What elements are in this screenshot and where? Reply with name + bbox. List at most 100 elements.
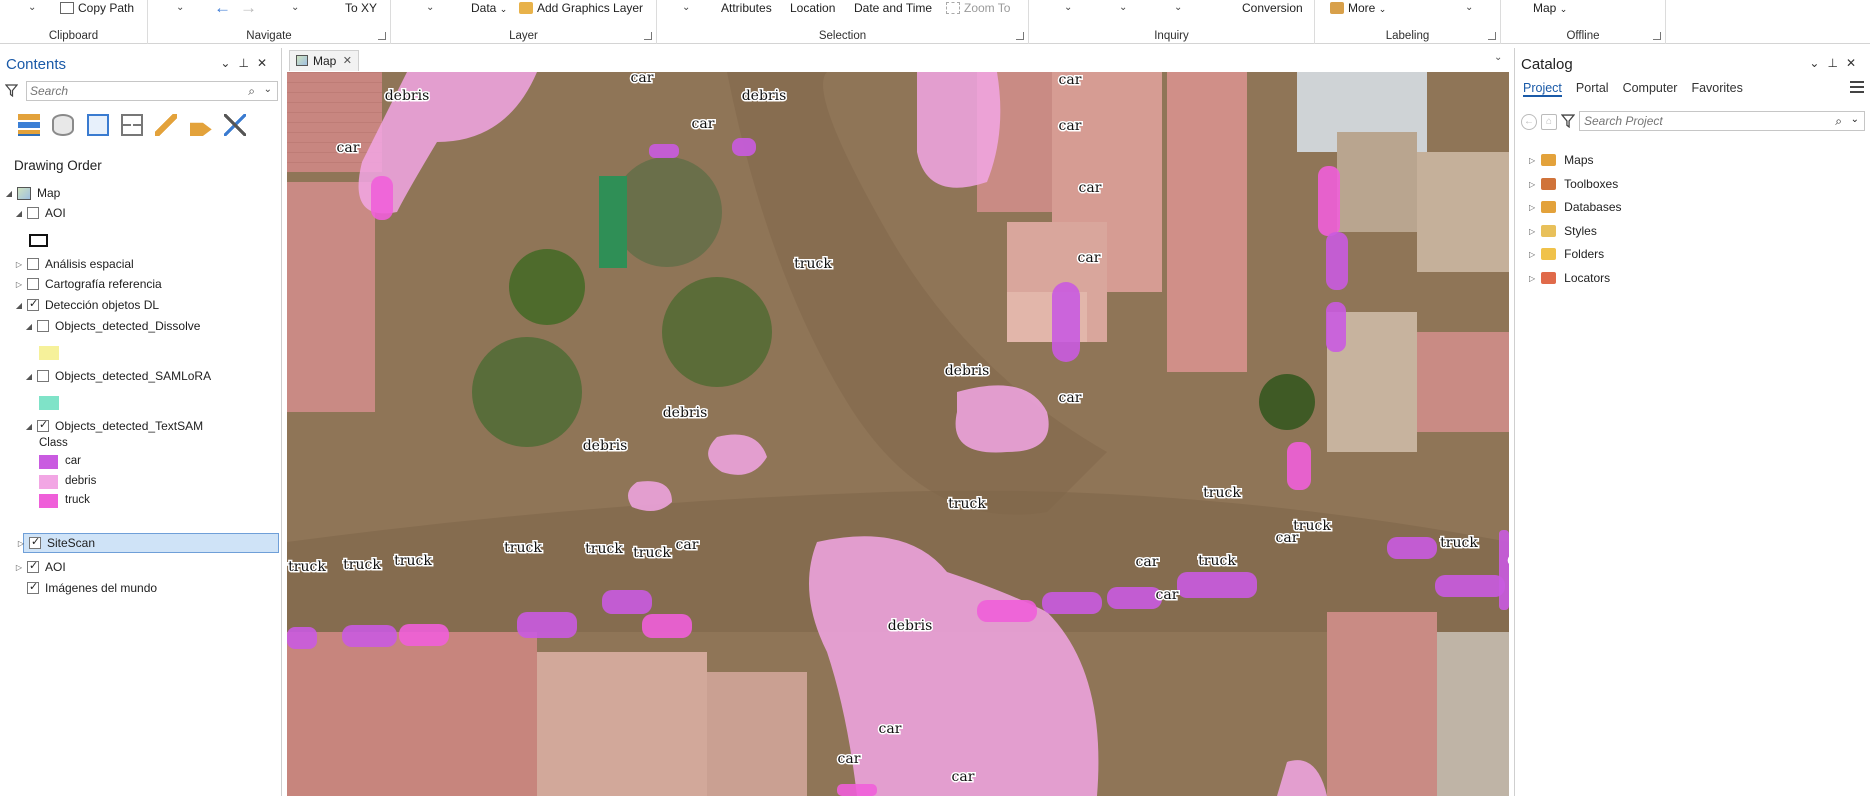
catalog-item-locators[interactable]: ▷ Locators	[1529, 269, 1610, 287]
data-button[interactable]: Data ⌄	[471, 1, 507, 15]
expand-arrow-icon[interactable]: ▷	[1529, 250, 1535, 259]
collapse-arrow-icon[interactable]: ◢	[4, 189, 14, 198]
vehicle-polygon[interactable]	[517, 612, 577, 638]
layer-checkbox[interactable]	[27, 297, 39, 311]
expand-arrow-icon[interactable]: ▷	[1529, 203, 1535, 212]
vehicle-polygon[interactable]	[1052, 282, 1080, 362]
zoom-to-button[interactable]: Zoom To	[946, 1, 1010, 15]
vehicle-polygon[interactable]	[1318, 166, 1340, 236]
list-by-source-icon[interactable]	[52, 114, 75, 136]
collapse-arrow-icon[interactable]: ◢	[14, 301, 24, 310]
chevron-down-icon[interactable]: ⌄	[264, 84, 272, 95]
vehicle-polygon[interactable]	[342, 625, 397, 647]
back-arrow-icon[interactable]: ←	[1521, 114, 1537, 130]
catalog-item-toolboxes[interactable]: ▷ Toolboxes	[1529, 175, 1618, 193]
layer-checkbox[interactable]	[27, 207, 39, 219]
tab-favorites[interactable]: Favorites	[1691, 81, 1742, 97]
chevron-down-icon[interactable]: ⌄	[291, 2, 299, 13]
layer-row-dissolve[interactable]: ◢ Objects_detected_Dissolve	[24, 316, 201, 336]
list-by-perspective-icon[interactable]	[224, 114, 247, 136]
layer-checkbox[interactable]	[37, 418, 49, 432]
chevron-down-icon[interactable]: ⌄	[1809, 56, 1827, 70]
group-launcher-icon[interactable]	[1653, 32, 1661, 40]
tab-map[interactable]: Map ✕	[289, 50, 359, 71]
layer-row-deteccion[interactable]: ◢ Detección objetos DL	[14, 295, 159, 315]
contents-search[interactable]: ⌕ ⌄	[26, 81, 278, 101]
layer-row-sitescan[interactable]: ▷ SiteScan	[18, 533, 279, 553]
list-by-snapping-icon[interactable]	[155, 114, 178, 136]
conversion-button[interactable]: Conversion	[1242, 1, 1303, 15]
layer-row-map[interactable]: ◢ Map	[4, 183, 60, 203]
list-by-labeling-icon[interactable]	[189, 122, 212, 136]
list-by-drawing-order-icon[interactable]	[18, 114, 40, 136]
vehicle-polygon[interactable]	[642, 614, 692, 638]
layer-row-cartografia[interactable]: ▷ Cartografía referencia	[14, 274, 162, 294]
catalog-search[interactable]: ⌕ ⌄	[1579, 111, 1865, 131]
chevron-down-icon[interactable]: ⌄	[1119, 2, 1127, 13]
vehicle-polygon[interactable]	[1177, 572, 1257, 598]
vehicle-polygon[interactable]	[1326, 232, 1348, 290]
date-and-time-button[interactable]: Date and Time	[854, 1, 932, 15]
catalog-item-folders[interactable]: ▷ Folders	[1529, 245, 1604, 263]
collapse-arrow-icon[interactable]: ◢	[24, 322, 34, 331]
layer-row-aoi-bottom[interactable]: ▷ AOI	[14, 557, 66, 577]
list-by-selection-icon[interactable]	[86, 114, 109, 136]
close-icon[interactable]: ✕	[343, 54, 352, 67]
search-icon[interactable]: ⌕	[248, 84, 255, 99]
vehicle-polygon[interactable]	[1042, 592, 1102, 614]
vehicle-polygon[interactable]	[977, 600, 1037, 622]
expand-arrow-icon[interactable]: ▷	[14, 280, 24, 289]
chevron-down-icon[interactable]: ⌄	[28, 2, 36, 13]
vehicle-polygon[interactable]	[837, 784, 877, 796]
collapse-arrow-icon[interactable]: ◢	[14, 209, 24, 218]
home-icon[interactable]: ⌂	[1541, 114, 1557, 130]
debris-polygon[interactable]	[917, 72, 1001, 188]
expand-arrow-icon[interactable]: ▷	[14, 260, 24, 269]
expand-arrow-icon[interactable]: ▷	[1529, 274, 1535, 283]
layer-row-analisis[interactable]: ▷ Análisis espacial	[14, 254, 134, 274]
pin-icon[interactable]: ⊥	[238, 56, 256, 70]
layer-checkbox[interactable]	[27, 559, 39, 573]
chevron-down-icon[interactable]: ⌄	[1465, 2, 1473, 13]
catalog-search-input[interactable]	[1580, 112, 1810, 130]
group-launcher-icon[interactable]	[1488, 32, 1496, 40]
chevron-down-icon[interactable]: ⌄	[1174, 2, 1182, 13]
vehicle-polygon[interactable]	[399, 624, 449, 646]
group-launcher-icon[interactable]	[378, 32, 386, 40]
vehicle-polygon[interactable]	[287, 627, 317, 649]
vehicle-polygon[interactable]	[1287, 442, 1311, 490]
layer-row-aoi-top[interactable]: ◢ AOI	[14, 203, 66, 223]
map-offline-button[interactable]: Map ⌄	[1533, 1, 1567, 15]
layer-checkbox[interactable]	[27, 278, 39, 290]
contents-search-input[interactable]	[27, 82, 237, 100]
layer-checkbox[interactable]	[37, 320, 49, 332]
chevron-down-icon[interactable]: ⌄	[1494, 52, 1502, 63]
chevron-down-icon[interactable]: ⌄	[1064, 2, 1072, 13]
layer-checkbox[interactable]	[29, 535, 41, 549]
menu-icon[interactable]	[1850, 81, 1864, 93]
vehicle-polygon[interactable]	[1435, 575, 1505, 597]
catalog-item-styles[interactable]: ▷ Styles	[1529, 222, 1597, 240]
select-by-location-button[interactable]: Location	[790, 1, 835, 15]
tab-portal[interactable]: Portal	[1576, 81, 1609, 97]
expand-arrow-icon[interactable]: ▷	[1529, 227, 1535, 236]
tab-project[interactable]: Project	[1523, 81, 1562, 97]
filter-icon[interactable]	[1561, 114, 1575, 128]
expand-arrow-icon[interactable]: ▷	[1529, 156, 1535, 165]
layer-checkbox[interactable]	[27, 580, 39, 594]
collapse-arrow-icon[interactable]: ◢	[24, 422, 34, 431]
forward-arrow-icon[interactable]: →	[240, 0, 257, 18]
more-button[interactable]: More ⌄	[1330, 1, 1386, 15]
copy-path-button[interactable]: Copy Path	[60, 1, 134, 15]
vehicle-polygon[interactable]	[371, 176, 393, 220]
tab-computer[interactable]: Computer	[1623, 81, 1678, 97]
back-arrow-icon[interactable]: ←	[214, 0, 231, 18]
vehicle-polygon[interactable]	[1387, 537, 1437, 559]
group-launcher-icon[interactable]	[644, 32, 652, 40]
group-launcher-icon[interactable]	[1016, 32, 1024, 40]
layer-checkbox[interactable]	[37, 370, 49, 382]
to-xy-button[interactable]: To XY	[345, 1, 377, 15]
chevron-down-icon[interactable]: ⌄	[426, 2, 434, 13]
pin-icon[interactable]: ⊥	[1827, 56, 1845, 70]
vehicle-polygon[interactable]	[649, 144, 679, 158]
